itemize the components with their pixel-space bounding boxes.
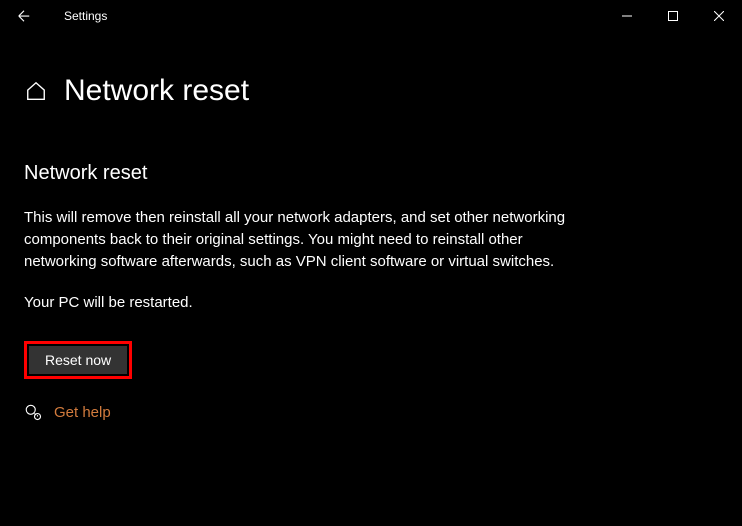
window-title: Settings bbox=[64, 9, 107, 23]
content-area: Network reset Network reset This will re… bbox=[0, 74, 742, 421]
help-icon-svg bbox=[24, 403, 42, 421]
home-icon-svg bbox=[25, 80, 47, 102]
titlebar-left: Settings bbox=[8, 4, 107, 28]
page-title-row: Network reset bbox=[24, 74, 718, 108]
minimize-button[interactable] bbox=[604, 0, 650, 32]
help-icon bbox=[24, 403, 42, 421]
titlebar: Settings bbox=[0, 0, 742, 32]
reset-button-highlight: Reset now bbox=[24, 341, 132, 379]
close-icon bbox=[714, 11, 724, 21]
section-heading: Network reset bbox=[24, 162, 718, 185]
home-icon[interactable] bbox=[24, 79, 48, 103]
window-controls bbox=[604, 0, 742, 32]
maximize-button[interactable] bbox=[650, 0, 696, 32]
minimize-icon bbox=[622, 11, 632, 21]
back-button[interactable] bbox=[12, 4, 36, 28]
back-arrow-icon bbox=[15, 7, 33, 25]
description-text: This will remove then reinstall all your… bbox=[24, 207, 584, 272]
get-help-link[interactable]: Get help bbox=[54, 404, 111, 421]
help-row: Get help bbox=[24, 403, 718, 421]
restart-note: Your PC will be restarted. bbox=[24, 294, 718, 311]
maximize-icon bbox=[668, 11, 678, 21]
page-title: Network reset bbox=[64, 74, 249, 108]
reset-now-button[interactable]: Reset now bbox=[29, 346, 127, 374]
close-button[interactable] bbox=[696, 0, 742, 32]
